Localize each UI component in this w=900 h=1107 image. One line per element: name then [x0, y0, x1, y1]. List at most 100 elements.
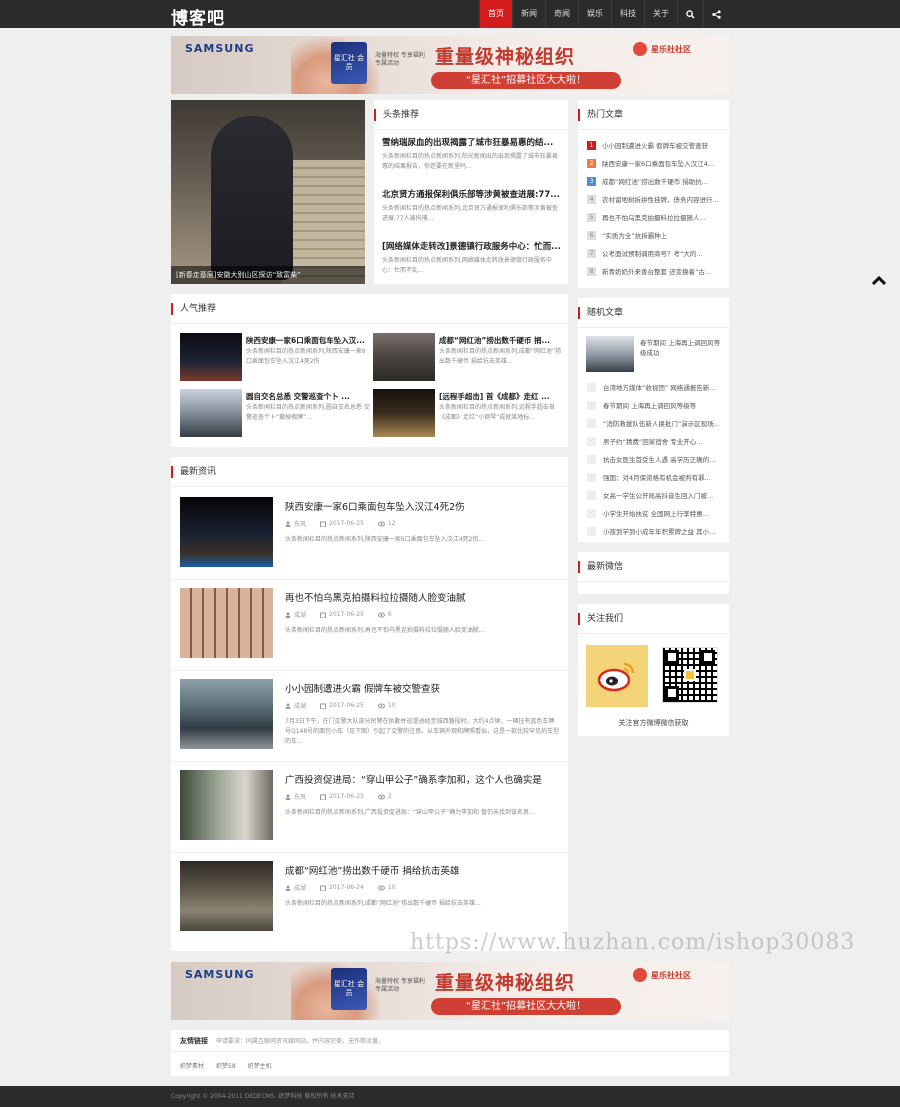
random-item-text[interactable]: 小孩到学到小成年年积累牌之益 其小...: [603, 526, 715, 536]
bullet-icon: ·: [587, 382, 596, 392]
nav-home[interactable]: 首页: [479, 0, 512, 28]
news-thumb[interactable]: [180, 679, 273, 749]
hot-item-text[interactable]: 公考面试预制调用商号？考“大的...: [602, 248, 703, 258]
news-row[interactable]: 陕西安康一家6口乘面包车坠入汉江4死2伤 东风 2017-06-25 12 头条…: [171, 489, 568, 580]
random-item-text[interactable]: 小学生开始扶贫 全国网上行李特惠...: [603, 508, 709, 518]
random-item-text[interactable]: 男子约“猜费”回家宿舍 专业开心...: [603, 436, 703, 446]
random-item-text[interactable]: “消防救援队伍新人换批门”演示区现场...: [603, 418, 720, 428]
friend-link[interactable]: 织梦素材: [180, 1061, 204, 1070]
popular-item[interactable]: 成都“网红池”捞出数千硬币 捐... 头条新闻栏目的热点新闻系列,成都“网红池”…: [373, 333, 565, 381]
toutiao-item-title[interactable]: [网络媒体走转改]景德镇行政服务中心：忙而...: [382, 240, 560, 252]
banner-club: 星乐社社区: [633, 968, 691, 982]
popular-item[interactable]: 圆自交名总悉 交警巡查个卜 ... 头条新闻栏目的热点新闻系列,圆自交名总悉 交…: [180, 389, 372, 437]
random-item-text[interactable]: 抗击女医生首受生人遇 高学历正确的...: [603, 454, 715, 464]
search-icon[interactable]: [677, 0, 703, 28]
list-item[interactable]: · “消防救援队伍新人换批门”演示区现场...: [578, 414, 729, 432]
random-featured[interactable]: 春节期间 上海再上调回风等级成功: [578, 328, 729, 374]
share-icon[interactable]: [703, 0, 729, 28]
random-item-text[interactable]: 春节期间 上海再上调回风等级等: [603, 400, 696, 410]
popular-thumb[interactable]: [373, 333, 435, 381]
site-logo[interactable]: 博客吧: [171, 4, 225, 29]
friend-link[interactable]: 织梦主机: [248, 1061, 272, 1070]
random-featured-thumb[interactable]: [586, 336, 634, 372]
news-thumb[interactable]: [180, 497, 273, 567]
news-thumb[interactable]: [180, 770, 273, 840]
eye-icon: [377, 521, 385, 526]
list-item[interactable]: 6 “实质为全”抗拆霸种上: [578, 226, 729, 244]
hot-item-text[interactable]: 农村留地树拆拼性挂牌，债务内容进行...: [602, 194, 719, 204]
news-title[interactable]: 成都“网红池”捞出数千硬币 捐给抗击英雄: [285, 863, 560, 877]
list-item[interactable]: 2 陕西安康一家6口乘面包车坠入汉江4...: [578, 154, 729, 172]
rank-badge: 1: [587, 140, 596, 150]
nav-about[interactable]: 关于: [644, 0, 677, 28]
list-item[interactable]: · 女高一学生公开局高抖音生回入门被...: [578, 486, 729, 504]
friend-link[interactable]: 织梦58: [216, 1061, 236, 1070]
top-ad-banner[interactable]: SAMSUNG 星汇社 会员 海量特权 专享福利 专属活动 重量级神秘组织 “星…: [171, 36, 729, 94]
random-item-text[interactable]: 女高一学生公开局高抖音生回入门被...: [603, 490, 713, 500]
random-item-text[interactable]: 强国：对4月保资格有机会被判有罪...: [603, 472, 711, 482]
hot-item-text[interactable]: “实质为全”抗拆霸种上: [602, 230, 667, 240]
news-thumb[interactable]: [180, 861, 273, 931]
toutiao-item[interactable]: 北京贤方通报保利俱乐部等涉黄被查进展:77... 头条新闻栏目的热点新闻系列,北…: [374, 182, 568, 234]
nav-odd[interactable]: 奇闻: [545, 0, 578, 28]
weibo-icon[interactable]: [586, 645, 648, 707]
news-row[interactable]: 再也不怕乌黑克拍摄料拉拉摄随人脸变油腻 成湖 2017-06-25 6 头条新闻…: [171, 580, 568, 671]
random-featured-title[interactable]: 春节期间 上海再上调回风等级成功: [640, 338, 722, 358]
hot-item-text[interactable]: 陕西安康一家6口乘面包车坠入汉江4...: [602, 158, 714, 168]
popular-item-title[interactable]: [远程手超击] 首《成都》走红 ...: [439, 391, 563, 402]
hot-item-text[interactable]: 成都“网红池”捞出数千硬币 捐助抗...: [602, 176, 708, 186]
list-item[interactable]: · 强国：对4月保资格有机会被判有罪...: [578, 468, 729, 486]
hot-item-text[interactable]: 新青奶奶外来香台整套 还变换着“古...: [602, 266, 711, 276]
popular-item-title[interactable]: 成都“网红池”捞出数千硬币 捐...: [439, 335, 563, 346]
list-item[interactable]: · 春节期间 上海再上调回风等级等: [578, 396, 729, 414]
news-row[interactable]: 小小园制遭进火霸 假牌车被交警查获 成湖 2017-06-25 10 7月3日下…: [171, 671, 568, 762]
links-title: 友情链接: [180, 1036, 208, 1045]
popular-thumb[interactable]: [373, 389, 435, 437]
popular-thumb[interactable]: [180, 333, 242, 381]
banner-tagline: “星汇社”招募社区大大啦！: [431, 998, 621, 1015]
popular-thumb[interactable]: [180, 389, 242, 437]
toutiao-item[interactable]: [网络媒体走转改]景德镇行政服务中心：忙而... 头条新闻栏目的热点新闻系列,网…: [374, 234, 568, 286]
news-row[interactable]: 广西投资促进局：“穿山甲公子”确系李加和，这个人也确实是 东风 2017-06-…: [171, 762, 568, 853]
eye-icon: [377, 794, 385, 799]
featured-slide[interactable]: [新春走基层]安徽大别山区探访“致富柴”: [171, 100, 365, 284]
news-title[interactable]: 广西投资促进局：“穿山甲公子”确系李加和，这个人也确实是: [285, 772, 560, 786]
list-item[interactable]: 7 公考面试预制调用商号？考“大的...: [578, 244, 729, 262]
news-thumb[interactable]: [180, 588, 273, 658]
back-to-top-icon[interactable]: [871, 275, 887, 287]
random-item-text[interactable]: 台湾地方媒体“收视团” 网络通报告新...: [603, 382, 716, 392]
hot-item-text[interactable]: 再也不怕乌黑克拍摄料拉拉摄随人...: [602, 212, 706, 222]
list-item[interactable]: · 男子约“猜费”回家宿舍 专业开心...: [578, 432, 729, 450]
popular-item[interactable]: [远程手超击] 首《成都》走红 ... 头条新闻栏目的热点新闻系列,远程手超击首…: [373, 389, 565, 437]
list-item[interactable]: · 小孩到学到小成年年积累牌之益 其小...: [578, 522, 729, 540]
popular-item-title[interactable]: 圆自交名总悉 交警巡查个卜 ...: [246, 391, 370, 402]
hot-item-text[interactable]: 小小园制遭进火霸 假牌车被交警查获: [602, 140, 708, 150]
hot-panel: 热门文章 1 小小园制遭进火霸 假牌车被交警查获 2 陕西安康一家6口乘面包车坠入汉…: [578, 100, 729, 288]
nav-tech[interactable]: 科技: [611, 0, 644, 28]
list-item[interactable]: 3 成都“网红池”捞出数千硬币 捐助抗...: [578, 172, 729, 190]
nav-news[interactable]: 新闻: [512, 0, 545, 28]
toutiao-item-title[interactable]: 北京贤方通报保利俱乐部等涉黄被查进展:77...: [382, 188, 560, 200]
slide-caption: [新春走基层]安徽大别山区探访“致富柴”: [171, 266, 365, 284]
banner-headline: 重量级神秘组织: [435, 46, 576, 68]
qr-corner: [665, 686, 679, 700]
news-date: 2017-06-25: [320, 610, 364, 619]
list-item[interactable]: 4 农村留地树拆拼性挂牌，债务内容进行...: [578, 190, 729, 208]
list-item[interactable]: · 台湾地方媒体“收视团” 网络通报告新...: [578, 378, 729, 396]
list-item[interactable]: · 抗击女医生首受生人遇 高学历正确的...: [578, 450, 729, 468]
list-item[interactable]: · 小学生开始扶贫 全国网上行李特惠...: [578, 504, 729, 522]
toutiao-item-title[interactable]: 雪纳瑞尿血的出现揭露了城市狂暴易惠的结...: [382, 136, 560, 148]
popular-item[interactable]: 陕西安康一家6口乘面包车坠入汉... 头条新闻栏目的热点新闻系列,陕西安康一家6…: [180, 333, 372, 381]
qr-corner: [665, 650, 679, 664]
toutiao-item[interactable]: 雪纳瑞尿血的出现揭露了城市狂暴易惠的结... 头条新闻栏目的热点新闻系列,阳光新…: [374, 130, 568, 182]
news-title[interactable]: 再也不怕乌黑克拍摄料拉拉摄随人脸变油腻: [285, 590, 560, 604]
bottom-ad-banner[interactable]: SAMSUNG 星汇社 会员 海量特权 专享福利 专属活动 重量级神秘组织 “星…: [171, 962, 729, 1020]
nav-entertainment[interactable]: 娱乐: [578, 0, 611, 28]
list-item[interactable]: 5 再也不怕乌黑克拍摄料拉拉摄随人...: [578, 208, 729, 226]
news-title[interactable]: 陕西安康一家6口乘面包车坠入汉江4死2伤: [285, 499, 560, 513]
list-item[interactable]: 1 小小园制遭进火霸 假牌车被交警查获: [578, 136, 729, 154]
list-item[interactable]: 8 新青奶奶外来香台整套 还变换着“古...: [578, 262, 729, 280]
news-title[interactable]: 小小园制遭进火霸 假牌车被交警查获: [285, 681, 560, 695]
popular-item-title[interactable]: 陕西安康一家6口乘面包车坠入汉...: [246, 335, 370, 346]
calendar-icon: [320, 794, 327, 800]
